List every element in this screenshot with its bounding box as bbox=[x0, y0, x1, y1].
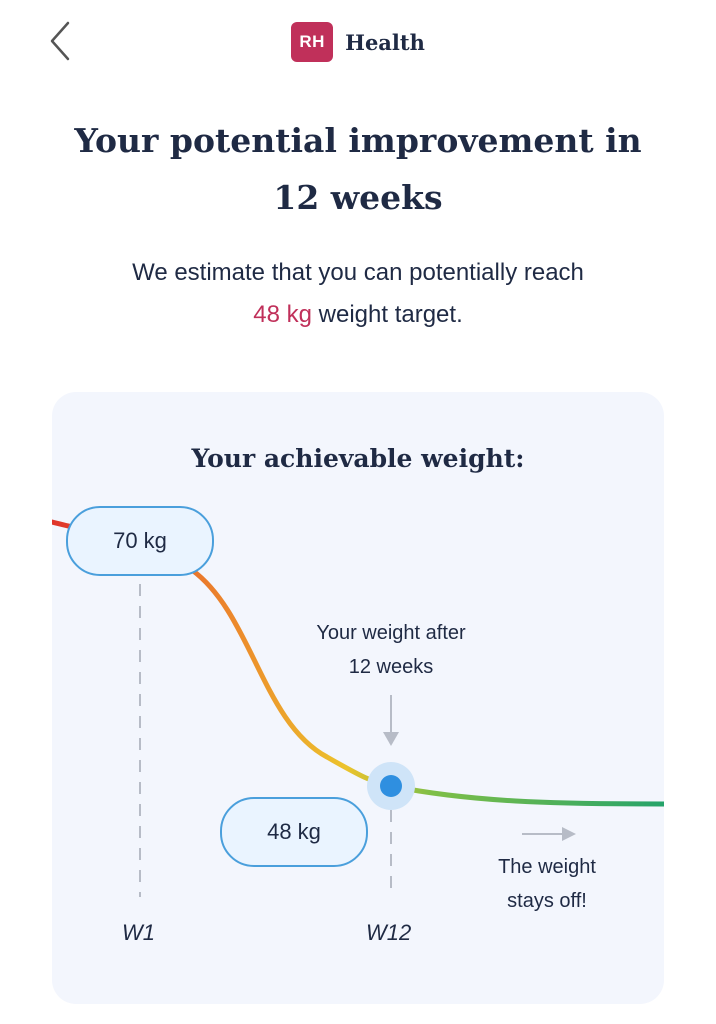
end-marker-point bbox=[380, 775, 402, 797]
start-weight-label: 70 kg bbox=[66, 506, 214, 576]
weight-chart-card: Your achievable weight: 70 kg 48 kg Your… bbox=[52, 392, 664, 1004]
annotation-off-line2: stays off! bbox=[507, 890, 587, 912]
page-title: Your potential improvement in 12 weeks bbox=[40, 112, 676, 226]
annotation-off-line1: The weight bbox=[498, 856, 596, 878]
subtitle: We estimate that you can potentially rea… bbox=[40, 252, 676, 336]
subtitle-line1: We estimate that you can potentially rea… bbox=[132, 259, 584, 286]
brand-name: Health bbox=[345, 29, 425, 55]
x-tick-w1: W1 bbox=[122, 920, 155, 945]
down-arrow-icon bbox=[383, 732, 399, 746]
annotation-after-line2: 12 weeks bbox=[348, 656, 434, 678]
x-tick-w12: W12 bbox=[366, 920, 412, 945]
brand-header: RH Health bbox=[0, 22, 716, 62]
after-12-weeks-annotation: Your weight after 12 weeks bbox=[286, 616, 496, 684]
stays-off-annotation: The weight stays off! bbox=[472, 850, 622, 918]
annotation-after-line1: Your weight after bbox=[316, 622, 466, 644]
brand-logo: RH bbox=[291, 22, 334, 62]
page-title-line2: 12 weeks bbox=[273, 178, 443, 217]
right-arrow-icon bbox=[562, 827, 576, 841]
page-title-line1: Your potential improvement in bbox=[74, 121, 642, 160]
subtitle-suffix: weight target. bbox=[311, 301, 463, 328]
end-weight-label: 48 kg bbox=[220, 797, 368, 867]
target-weight-highlight: 48 kg bbox=[253, 301, 312, 328]
